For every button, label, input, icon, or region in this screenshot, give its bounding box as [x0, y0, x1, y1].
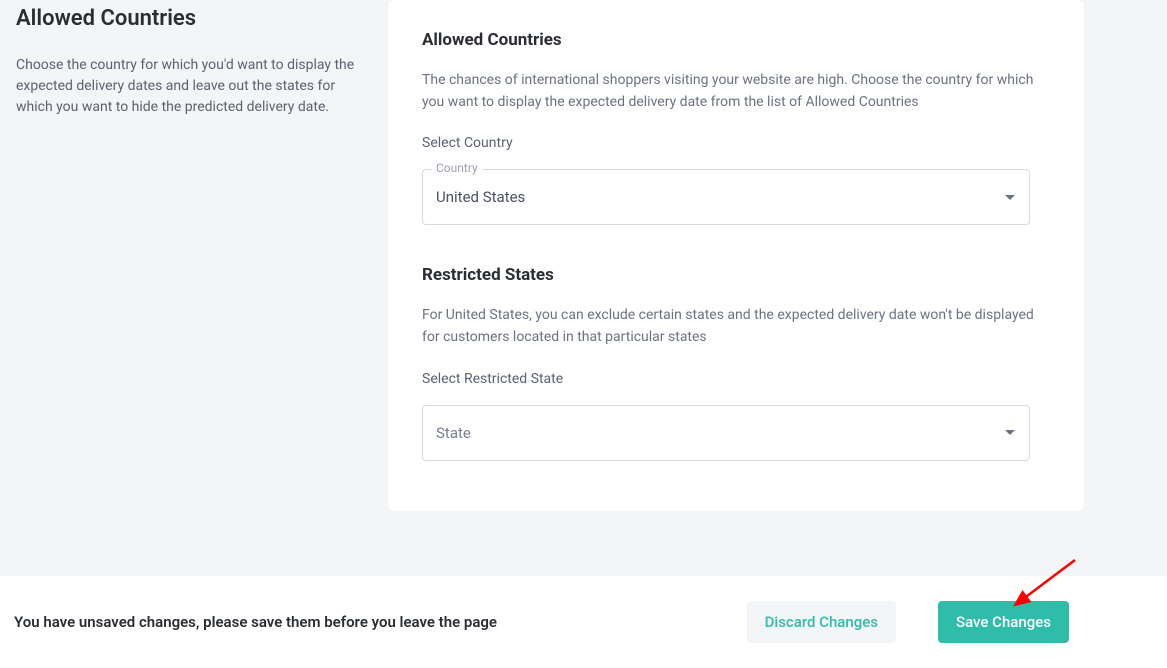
allowed-countries-description: The chances of international shoppers vi… — [422, 70, 1050, 113]
state-select-placeholder: State — [436, 424, 471, 442]
state-select[interactable]: State — [422, 405, 1030, 461]
page-description: Choose the country for which you'd want … — [16, 55, 358, 118]
discard-changes-button[interactable]: Discard Changes — [747, 601, 896, 643]
allowed-countries-heading: Allowed Countries — [422, 30, 1050, 50]
unsaved-changes-bar: You have unsaved changes, please save th… — [0, 576, 1167, 668]
select-country-label: Select Country — [422, 135, 1050, 151]
select-state-label: Select Restricted State — [422, 371, 1050, 387]
restricted-states-heading: Restricted States — [422, 265, 1050, 285]
unsaved-changes-message: You have unsaved changes, please save th… — [14, 613, 497, 631]
page-title: Allowed Countries — [16, 6, 358, 31]
left-panel: Allowed Countries Choose the country for… — [16, 0, 388, 511]
chevron-down-icon — [1005, 195, 1015, 200]
restricted-states-description: For United States, you can exclude certa… — [422, 305, 1050, 348]
country-select[interactable]: United States — [422, 169, 1030, 225]
country-floating-label: Country — [432, 161, 482, 175]
country-select-value: United States — [436, 188, 525, 206]
settings-card: Allowed Countries The chances of interna… — [388, 0, 1084, 511]
chevron-down-icon — [1005, 430, 1015, 435]
save-changes-button[interactable]: Save Changes — [938, 601, 1069, 643]
